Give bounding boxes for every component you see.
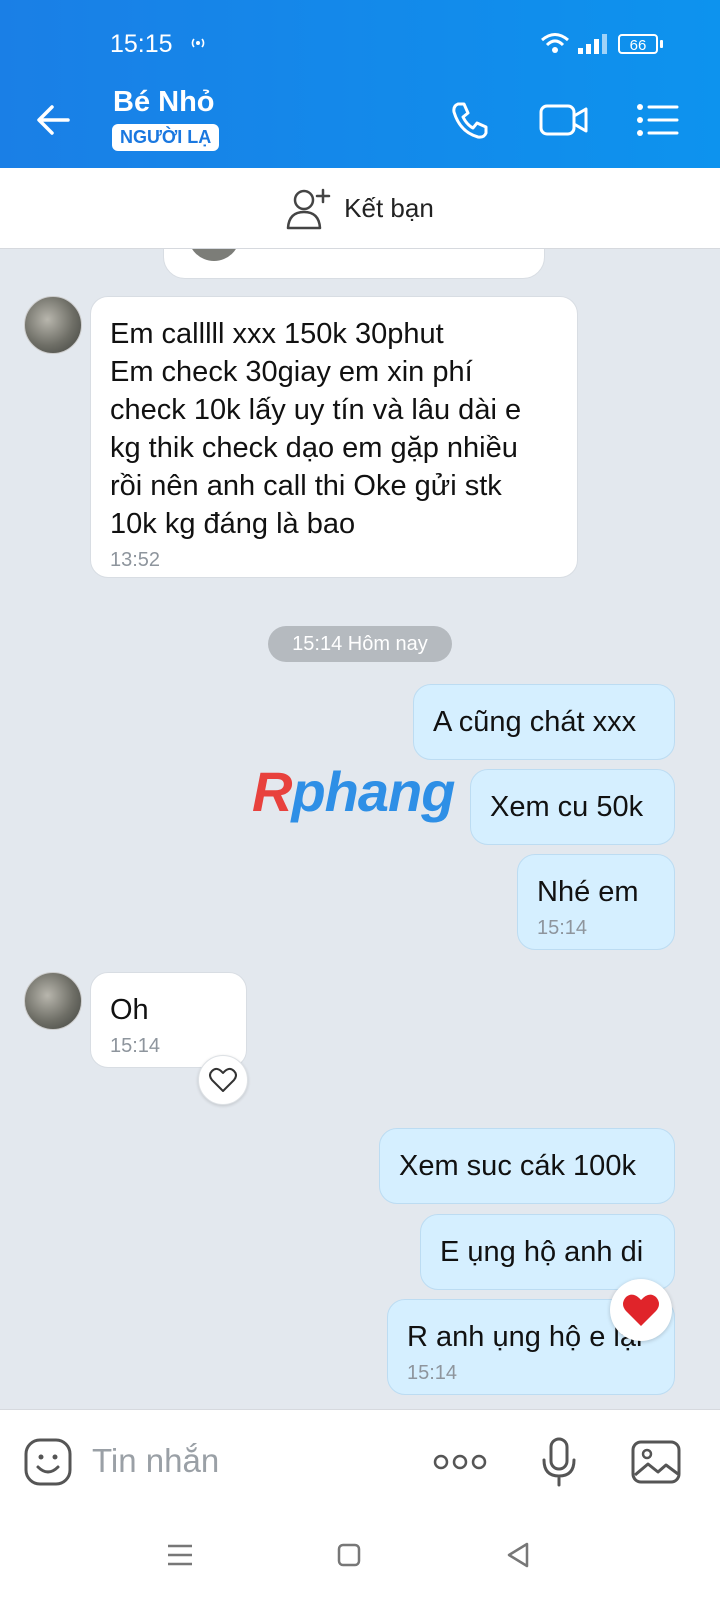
phone-icon [452,102,488,139]
avatar[interactable] [24,296,82,354]
home-icon [337,1543,361,1567]
message-bubble-outgoing[interactable]: Xem suc cák 100k [379,1128,675,1204]
message-time: 15:14 [407,1362,458,1384]
message-text: Em check 30giay em xin phí [110,356,473,388]
message-text: Nhé em [537,876,639,908]
stranger-badge: NGƯỜI LẠ [112,124,220,151]
home-button[interactable] [329,1535,369,1575]
status-time: 15:15 [110,30,173,58]
menu-icon [637,104,679,136]
watermark-logo: Rphang [252,759,455,824]
message-text: E ụng hộ anh di [440,1236,644,1268]
message-bubble-outgoing[interactable]: A cũng chát xxx [413,684,675,760]
cast-icon [191,38,205,48]
watermark-first-letter: R [252,760,292,823]
recents-button[interactable] [160,1535,200,1575]
image-icon [631,1440,681,1484]
microphone-icon [542,1437,576,1487]
message-text: rồi nên anh call thi Oke gửi stk [110,470,502,502]
message-time: 15:14 [110,1035,161,1057]
triangle-back-icon [507,1542,529,1568]
message-input-bar [0,1409,720,1512]
message-bubble-incoming[interactable]: Em calllll xxx 150k 30phut Em check 30gi… [90,296,578,578]
message-text: Xem suc cák 100k [399,1150,636,1182]
menu-button[interactable] [630,94,686,146]
call-button[interactable] [442,94,498,146]
heart-reaction[interactable] [610,1279,672,1341]
message-text: check 10k lấy uy tín và lâu dài e [110,394,522,426]
chat-messages[interactable]: Em calllll xxx 150k 30phut Em check 30gi… [0,249,720,1409]
message-bubble-outgoing[interactable]: Nhé em 15:14 [517,854,675,950]
add-friend-icon [286,188,331,230]
wifi-icon [541,33,569,53]
more-icon [433,1454,487,1470]
voice-button[interactable] [531,1434,587,1490]
message-text: Xem cu 50k [490,791,644,823]
emoji-button[interactable] [20,1434,76,1490]
message-text: Em calllll xxx 150k 30phut [110,318,444,350]
message-input[interactable] [90,1436,414,1486]
message-bubble-incoming[interactable]: Oh 15:14 [90,972,247,1068]
message-text: 10k kg đáng là bao [110,508,356,540]
video-call-icon [539,104,588,136]
back-button[interactable] [30,94,82,146]
video-call-button[interactable] [536,94,592,146]
emoji-icon [24,1438,72,1486]
battery-tip [660,40,663,48]
add-friend-label: Kết bạn [344,192,434,223]
message-text: Oh [110,994,149,1026]
contact-name[interactable]: Bé Nhỏ [113,86,215,119]
system-navigation-bar [0,1511,720,1600]
battery-indicator: 66 [618,34,658,54]
watermark-rest: phang [291,760,455,823]
image-button[interactable] [628,1434,684,1490]
avatar[interactable] [24,972,82,1030]
add-friend-button[interactable]: Kết bạn [0,168,720,249]
message-time: 15:14 [537,917,588,939]
status-bar: 15:15 66 [0,0,720,72]
arrow-left-icon [37,105,70,135]
chat-header: Bé Nhỏ NGƯỜI LẠ [0,72,720,168]
date-separator: 15:14 Hôm nay [268,626,452,662]
heart-outline-icon [209,1067,237,1092]
back-nav-button[interactable] [498,1535,538,1575]
message-text: A cũng chát xxx [433,706,637,738]
more-button[interactable] [432,1434,488,1490]
message-bubble-outgoing[interactable]: Xem cu 50k [470,769,675,845]
react-button[interactable] [198,1055,248,1105]
heart-filled-icon [623,1294,659,1326]
message-time: 13:52 [110,549,161,571]
signal-icon [578,34,607,54]
message-text: kg thik check dạo em gặp nhiều [110,432,518,464]
recents-icon [168,1544,192,1566]
